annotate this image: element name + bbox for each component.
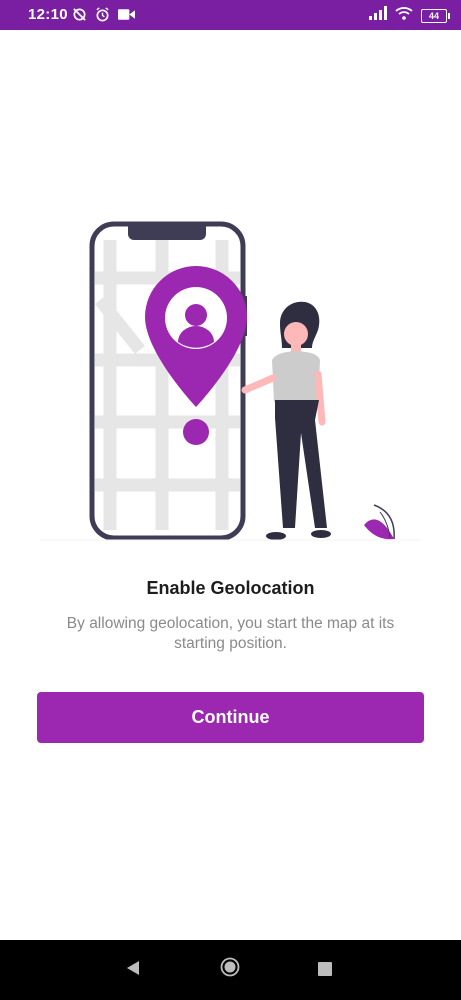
no-sync-icon <box>72 7 87 27</box>
system-nav-bar <box>0 940 461 1000</box>
wifi-icon <box>395 6 413 25</box>
signal-icon <box>369 6 387 25</box>
plant-icon <box>364 504 395 540</box>
alarm-icon <box>95 7 110 27</box>
status-time: 12:10 <box>28 6 68 23</box>
page-subtitle: By allowing geolocation, you start the m… <box>66 615 395 652</box>
page-title: Enable Geolocation <box>146 578 315 598</box>
geolocation-illustration <box>0 200 461 560</box>
battery-icon: 44 <box>421 8 450 23</box>
video-camera-icon <box>118 8 135 26</box>
phone-map-icon <box>89 221 247 541</box>
back-icon[interactable] <box>125 960 141 981</box>
recents-icon[interactable] <box>318 962 332 976</box>
status-bar: 12:10 44 <box>0 0 461 30</box>
home-icon[interactable] <box>220 957 240 982</box>
person-icon <box>241 301 331 540</box>
continue-button[interactable]: Continue <box>37 692 424 743</box>
